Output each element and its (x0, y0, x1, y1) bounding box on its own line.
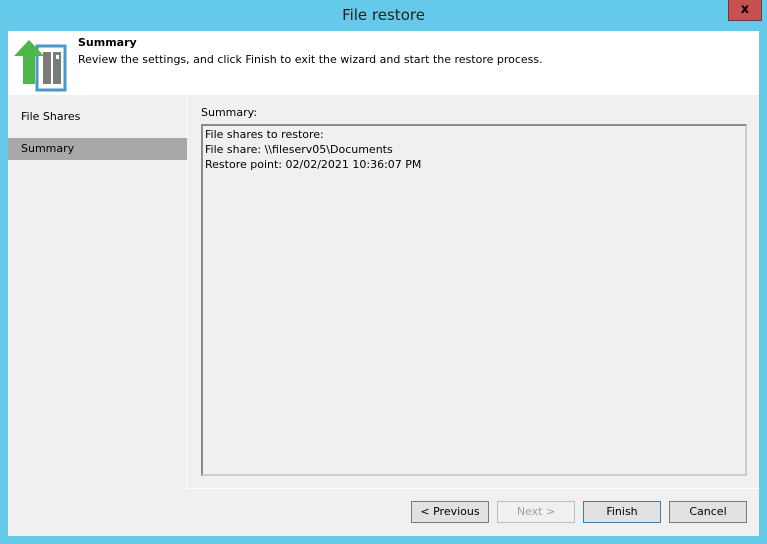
file-restore-icon (14, 40, 67, 92)
summary-line: Restore point: 02/02/2021 10:36:07 PM (205, 158, 422, 171)
next-button[interactable]: Next > (497, 501, 575, 523)
finish-button[interactable]: Finish (583, 501, 661, 523)
header-description: Review the settings, and click Finish to… (78, 53, 543, 66)
cancel-button[interactable]: Cancel (669, 501, 747, 523)
wizard-steps: File Shares Summary (8, 96, 187, 489)
summary-line: File share: \\fileserv05\Documents (205, 143, 393, 156)
window-title: File restore (342, 6, 425, 24)
step-summary[interactable]: Summary (8, 138, 187, 160)
previous-button[interactable]: < Previous (411, 501, 489, 523)
summary-line: File shares to restore: (205, 128, 324, 141)
summary-textbox[interactable]: File shares to restore: File share: \\fi… (201, 124, 747, 476)
close-button[interactable]: x (728, 0, 762, 21)
wizard-header: Summary Review the settings, and click F… (8, 31, 759, 95)
wizard-window: Summary Review the settings, and click F… (8, 31, 759, 536)
summary-label: Summary: (201, 106, 258, 119)
header-title: Summary (78, 36, 137, 49)
summary-panel: Summary: File shares to restore: File sh… (188, 96, 759, 489)
step-file-shares[interactable]: File Shares (8, 106, 187, 128)
